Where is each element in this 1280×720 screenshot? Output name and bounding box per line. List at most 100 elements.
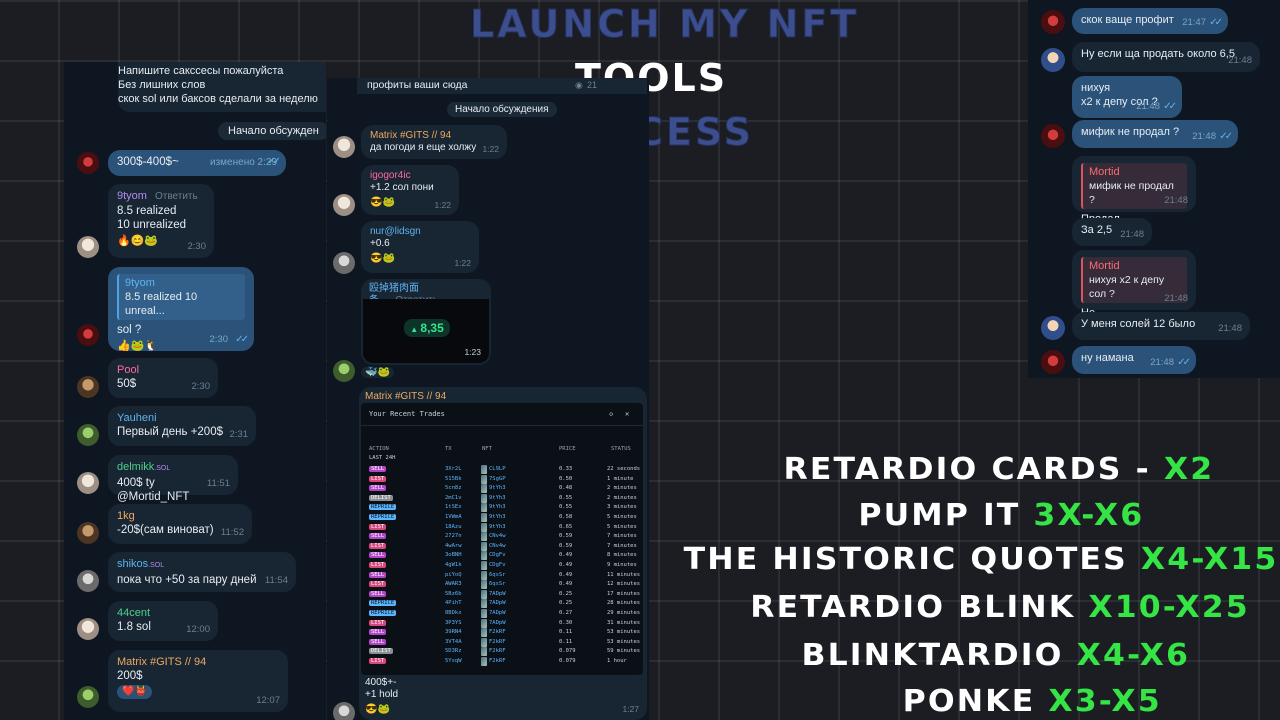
- promo-multiplier: x10-x25: [1088, 590, 1250, 625]
- avatar[interactable]: [333, 252, 355, 274]
- avatar[interactable]: [1041, 316, 1065, 340]
- message-bubble[interactable]: Matrix #GITS // 94 да погоди я еще холжу…: [361, 125, 507, 159]
- trade-status: 31 minutes: [607, 619, 641, 626]
- message-bubble[interactable]: скок ваще профит 21:47 ✓✓: [1072, 8, 1228, 34]
- trade-status: 3 minutes: [607, 504, 637, 511]
- avatar[interactable]: [77, 618, 99, 640]
- media-preview[interactable]: ▲ 8,35 1:23: [363, 299, 489, 363]
- promo-name: The Historic quotes: [683, 542, 1141, 577]
- promo-line: Retardio blink x10-x25: [750, 590, 1250, 626]
- message-bubble[interactable]: Matrix #GITS // 94 200$ ❤️👹 12:07: [108, 650, 288, 712]
- avatar[interactable]: [1041, 124, 1065, 148]
- trade-action-badge: DELIST: [369, 648, 393, 655]
- trade-nft: 9tYh3: [489, 485, 506, 492]
- trade-status: 1 hour: [607, 658, 627, 664]
- trade-price: 0.59: [559, 542, 573, 549]
- expand-icon[interactable]: ◇: [609, 410, 613, 418]
- avatar[interactable]: [77, 376, 99, 398]
- trade-status: 11 minutes: [607, 571, 641, 578]
- reactions[interactable]: 😎🐸: [365, 703, 398, 717]
- reactions[interactable]: 🐳🐸: [361, 367, 394, 378]
- trade-nft: 7ADpW: [489, 600, 506, 607]
- message-bubble[interactable]: 9tyom 8.5 realized 10 unreal... sol ? 👍🐸…: [108, 267, 254, 352]
- message-time: 1:22: [434, 200, 451, 210]
- trade-action-badge: SELL: [369, 533, 387, 540]
- trade-price: 0.59: [559, 533, 573, 540]
- message-bubble[interactable]: Mortidмифик не продал ?Продал21:48: [1072, 156, 1196, 225]
- trade-status: 2 minutes: [607, 494, 637, 501]
- message-bubble[interactable]: За 2,5 21:48: [1072, 218, 1152, 246]
- nft-thumbnail: [481, 513, 487, 522]
- message-bubble[interactable]: У меня солей 12 было 21:48: [1072, 312, 1250, 340]
- message-bubble[interactable]: Pool 50$ 2:30: [108, 358, 218, 398]
- message-text: 400$+-: [365, 677, 397, 688]
- avatar[interactable]: [77, 472, 99, 494]
- avatar[interactable]: [1041, 350, 1065, 374]
- message-bubble[interactable]: нихуя x2 к депу сол ? 21:48 ✓✓: [1072, 76, 1182, 118]
- message-text: 300$-400$~: [117, 156, 179, 168]
- trade-nft: 7ADpW: [489, 610, 506, 616]
- message-bubble[interactable]: nur@lidsgn +0.6 😎🐸 1:22: [361, 221, 479, 273]
- message-time: 21:48: [1228, 55, 1252, 66]
- trade-action-badge: LIST: [369, 562, 387, 568]
- avatar[interactable]: [77, 570, 99, 592]
- trade-price: 0.33: [559, 466, 573, 472]
- read-checks-icon: ✓✓: [1209, 17, 1223, 28]
- message-bubble[interactable]: Ну если ща продать около 6,5 21:48: [1072, 42, 1260, 72]
- trade-action-badge: SELL: [369, 638, 387, 645]
- reactions[interactable]: ❤️👹: [117, 685, 152, 699]
- trade-price: 0.11: [559, 638, 573, 645]
- media-message[interactable]: 殴掉猪肉面条...Ответить ▲ 8,35 1:23: [361, 279, 491, 365]
- trade-status: 7 minutes: [607, 533, 637, 540]
- trade-row[interactable]: LIST 5YsqW F2kRF 0.079 1 hour: [361, 657, 643, 667]
- trade-nft: 9tYh3: [489, 514, 506, 520]
- avatar[interactable]: [77, 424, 99, 446]
- avatar[interactable]: [333, 136, 355, 158]
- message-time: 11:54: [264, 575, 288, 586]
- nft-thumbnail: [481, 657, 487, 666]
- trade-action-badge: SELL: [369, 629, 387, 636]
- message-bubble[interactable]: Mortidнихуя x2 к депу сол ?Не21:48: [1072, 250, 1196, 319]
- nft-thumbnail: [481, 570, 487, 580]
- message-bubble[interactable]: 1kg -20$(сам виноват) 11:52: [108, 504, 252, 544]
- message-bubble[interactable]: ну намана 21:48 ✓✓: [1072, 346, 1196, 374]
- trade-nft: F2kRF: [489, 629, 506, 636]
- avatar[interactable]: [77, 152, 99, 174]
- message-bubble[interactable]: delmikk.SOL 400$ ty @Mortid_NFT 11:51: [108, 455, 238, 503]
- reply-link[interactable]: Ответить: [155, 191, 198, 202]
- title-launch: Launch my NFT: [469, 2, 860, 47]
- close-icon[interactable]: ✕: [625, 410, 629, 418]
- trade-tx: 5YsqW: [445, 658, 462, 664]
- nft-thumbnail: [481, 637, 487, 647]
- avatar[interactable]: [77, 522, 99, 544]
- avatar[interactable]: [333, 194, 355, 216]
- message-bubble[interactable]: Yauheni Первый день +200$ 2:31: [108, 406, 256, 446]
- message-text: пока что +50 за пару дней: [117, 574, 257, 586]
- nft-thumbnail: [481, 522, 487, 532]
- nft-thumbnail: [481, 484, 487, 494]
- trade-tx: 3Xr2L: [445, 466, 462, 472]
- message-bubble[interactable]: 44cent 1.8 sol 12:00: [108, 601, 218, 641]
- avatar[interactable]: [77, 324, 99, 346]
- promo-name: Retardio cards -: [783, 452, 1164, 487]
- nft-thumbnail: [481, 647, 487, 657]
- up-arrow-icon: ▲: [410, 325, 421, 334]
- trade-price: 0.49: [559, 562, 573, 568]
- trade-status: 1 minute: [607, 475, 634, 482]
- message-bubble[interactable]: мифик не продал ? 21:48 ✓✓: [1072, 120, 1238, 148]
- avatar[interactable]: [77, 236, 99, 258]
- avatar[interactable]: [333, 702, 355, 720]
- sender-name: 9tyom: [117, 190, 147, 202]
- avatar[interactable]: [333, 360, 355, 382]
- avatar[interactable]: [1041, 48, 1065, 72]
- avatar[interactable]: [1041, 10, 1065, 34]
- message-bubble[interactable]: shikos.SOL пока что +50 за пару дней 11:…: [108, 552, 296, 592]
- message-bubble[interactable]: 9tyom Ответить 8.5 realized 10 unrealized…: [108, 184, 214, 258]
- message-bubble[interactable]: igogor4ic +1.2 сол пони 😎🐸 1:22: [361, 165, 459, 215]
- quoted-message[interactable]: 9tyom 8.5 realized 10 unreal...: [117, 274, 245, 320]
- sol-badge: .SOL: [148, 562, 165, 569]
- avatar[interactable]: [77, 686, 99, 708]
- message-bubble[interactable]: 300$-400$~ изменено 2:29 ✓✓: [108, 150, 286, 176]
- read-checks-icon: ✓✓: [1163, 101, 1177, 112]
- sender-name: 44cent: [117, 607, 151, 619]
